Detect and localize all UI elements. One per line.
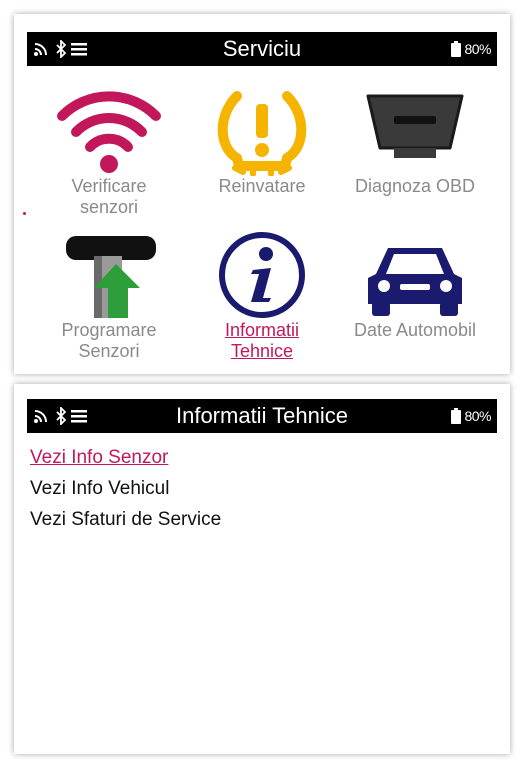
service-screen: Serviciu 80% Verificare senzori Reinvata… [14, 14, 510, 374]
tile-diagnoza-obd[interactable]: Diagnoza OBD [335, 86, 495, 197]
tile-date-automobil[interactable]: Date Automobil [335, 230, 495, 341]
tile-label: Programare Senzori [61, 320, 157, 361]
info-icon [219, 232, 305, 318]
menu-item-vezi-info-senzor[interactable]: Vezi Info Senzor [30, 442, 221, 473]
tile-reinvatare[interactable]: Reinvatare [182, 86, 342, 197]
tile-verificare-senzori[interactable]: Verificare senzori [29, 86, 189, 218]
status-bar: Informatii Tehnice 80% [27, 399, 497, 433]
tpms-warning-icon [217, 91, 307, 176]
car-icon [368, 248, 462, 316]
tile-label: Verificare senzori [71, 176, 147, 217]
wifi-sensor-icon [57, 91, 161, 173]
tile-informatii-tehnice[interactable]: Informatii Tehnice [182, 230, 342, 362]
tile-label: Reinvatare [218, 176, 306, 196]
obd-connector-icon [366, 94, 464, 158]
menu-item-vezi-info-vehicul[interactable]: Vezi Info Vehicul [30, 473, 221, 504]
tech-info-screen: Informatii Tehnice 80% Vezi Info Senzor … [14, 384, 510, 754]
tile-label: Informatii Tehnice [224, 320, 300, 361]
tile-label: Diagnoza OBD [354, 176, 476, 196]
tile-programare-senzori[interactable]: Programare Senzori [29, 230, 189, 362]
stray-mark [23, 212, 26, 215]
battery-level: 80% [464, 408, 491, 424]
battery-indicator: 80% [451, 399, 491, 433]
status-title: Informatii Tehnice [175, 403, 348, 428]
battery-icon [451, 408, 462, 424]
battery-icon [451, 41, 462, 57]
tech-info-menu: Vezi Info Senzor Vezi Info Vehicul Vezi … [30, 442, 221, 535]
tile-label: Date Automobil [353, 320, 477, 340]
battery-indicator: 80% [451, 32, 491, 66]
battery-level: 80% [464, 41, 491, 57]
status-bar: Serviciu 80% [27, 32, 497, 66]
sensor-programming-icon [66, 236, 156, 318]
menu-item-vezi-sfaturi-service[interactable]: Vezi Sfaturi de Service [30, 504, 221, 535]
status-title: Serviciu [222, 36, 302, 61]
